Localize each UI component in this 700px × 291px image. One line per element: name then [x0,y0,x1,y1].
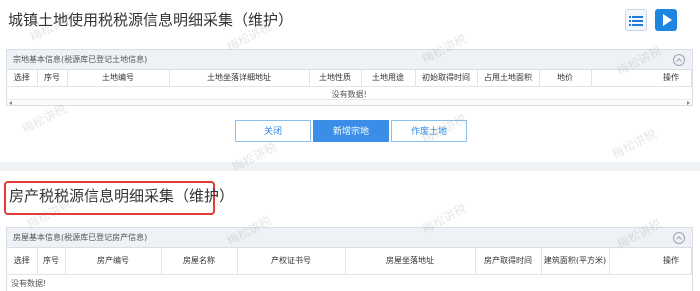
house-section-title: 房屋基本信息(税源库已登记房产信息) [13,233,148,242]
collapse-icon[interactable] [673,54,685,66]
col-header: 操作 [591,70,692,87]
close-button[interactable]: 关闭 [235,120,311,142]
col-header: 占用土地面积 [477,70,540,87]
col-header: 序号 [37,70,68,87]
land-table: 选择 序号 土地编号 土地坐落详细地址 土地性质 土地用途 初始取得时间 占用土… [7,70,692,102]
col-header: 序号 [37,248,66,275]
void-land-button[interactable]: 作废土地 [391,120,467,142]
land-tax-panel: 城镇土地使用税税源信息明细采集（维护） 宗地基本信息(税源库已登记土地信息) 选… [0,0,700,162]
col-header: 房产编号 [65,248,162,275]
col-header: 土地用途 [361,70,416,87]
col-header: 选择 [7,248,38,275]
land-page-title: 城镇土地使用税税源信息明细采集（维护） [8,11,294,29]
col-header: 产权证书号 [237,248,346,275]
col-header: 建筑面积(平方米) [541,248,610,275]
col-header: 地价 [539,70,592,87]
land-info-section: 宗地基本信息(税源库已登记土地信息) 选择 序号 土地编号 土地坐落详细地址 土… [6,49,693,106]
video-icon[interactable] [655,9,677,31]
col-header: 土地坐落详细地址 [169,70,310,87]
house-info-section: 房屋基本信息(税源库已登记房产信息) 选择 序号 房产编号 房屋名称 产权证书号… [6,227,693,291]
col-header: 土地编号 [67,70,170,87]
col-header: 土地性质 [309,70,362,87]
col-header: 选择 [7,70,38,87]
col-header: 房屋名称 [161,248,238,275]
col-header: 操作 [609,248,692,275]
empty-message: 没有数据! [11,279,47,288]
house-table: 选择 序号 房产编号 房屋名称 产权证书号 房屋坐落地址 房产取得时间 建筑面积… [7,248,692,275]
land-section-title: 宗地基本信息(税源库已登记土地信息) [13,55,148,64]
house-page-title: 房产税税源信息明细采集（维护） [9,187,235,205]
add-land-button[interactable]: 新增宗地 [313,120,389,142]
col-header: 房屋坐落地址 [345,248,476,275]
list-icon[interactable] [625,9,647,31]
land-section-header[interactable]: 宗地基本信息(税源库已登记土地信息) [7,50,692,70]
horizontal-scrollbar[interactable] [7,99,692,105]
col-header: 房产取得时间 [475,248,542,275]
property-tax-panel: 房产税税源信息明细采集（维护） 房屋基本信息(税源库已登记房产信息) 选择 序号… [0,171,700,291]
col-header: 初始取得时间 [415,70,478,87]
collapse-icon[interactable] [673,232,685,244]
house-section-header[interactable]: 房屋基本信息(税源库已登记房产信息) [7,228,692,248]
